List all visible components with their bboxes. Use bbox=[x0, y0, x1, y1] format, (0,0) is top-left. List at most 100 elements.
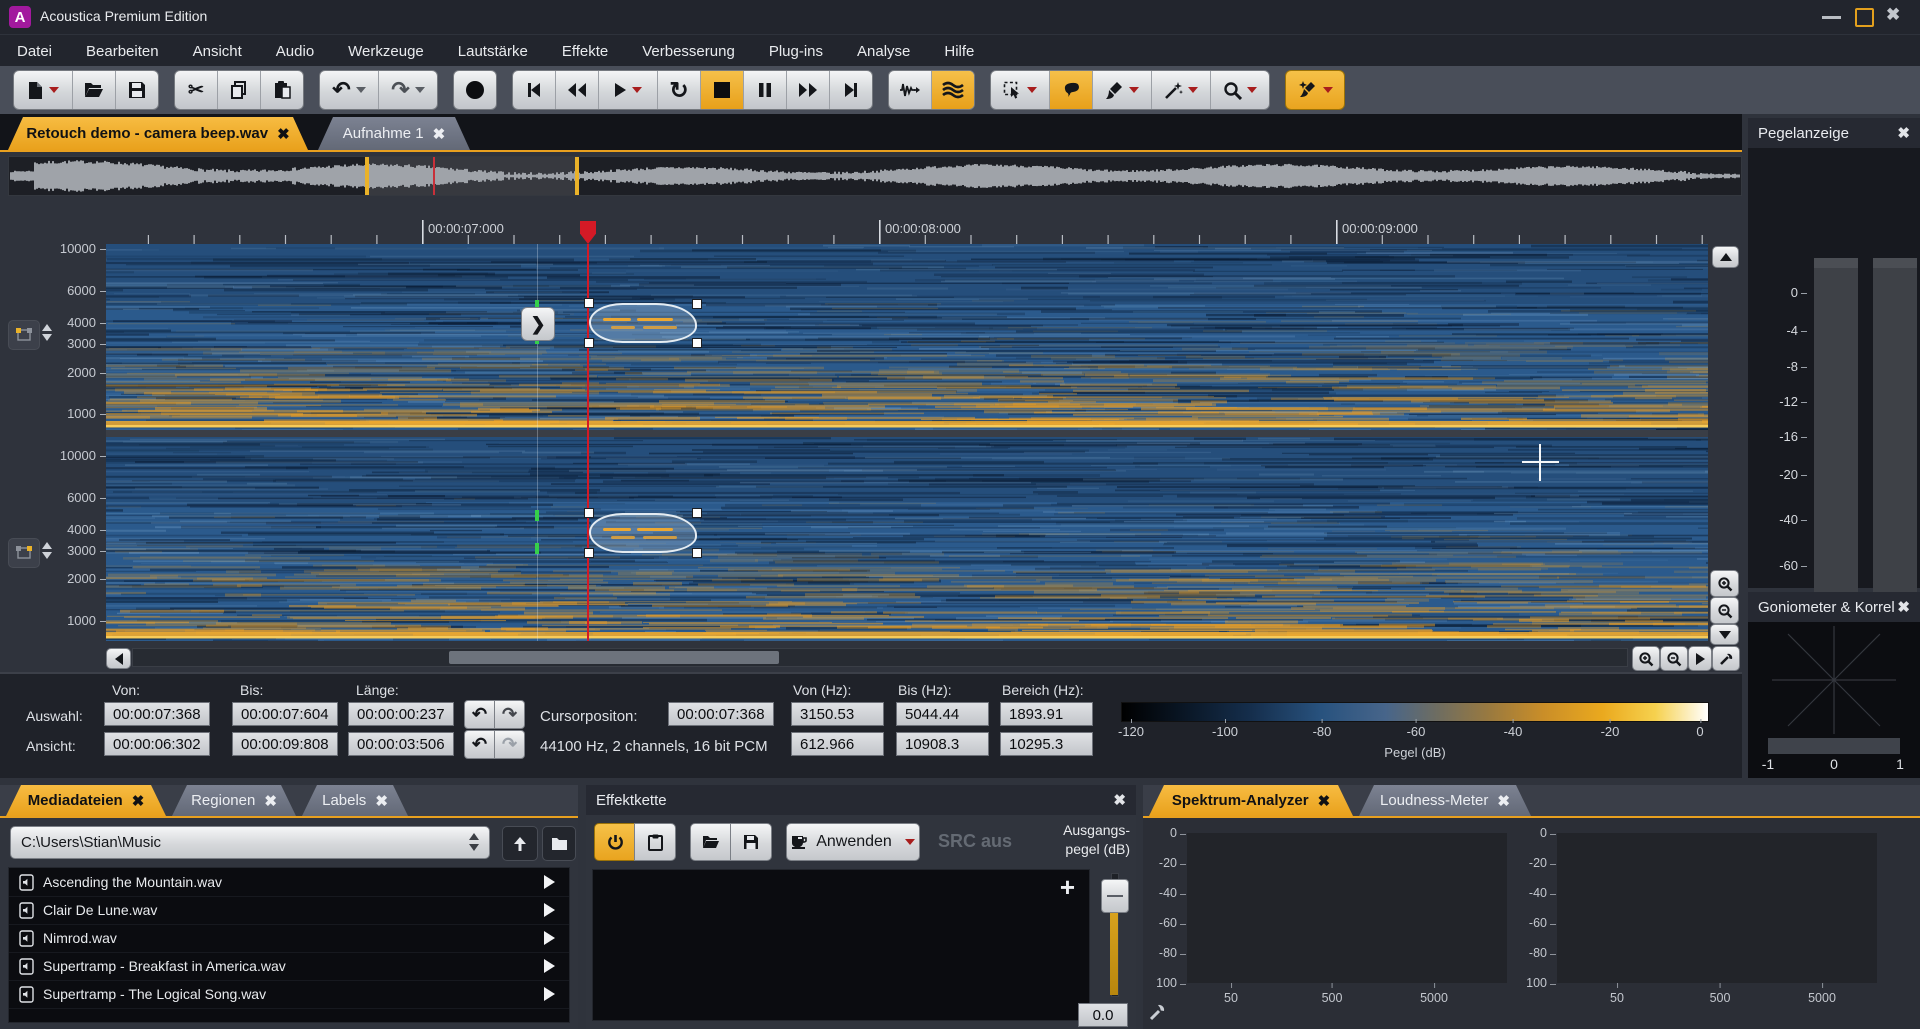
media-file-list[interactable]: Ascending the Mountain.wav Clair De Lune… bbox=[8, 867, 570, 1023]
view-end-field[interactable]: 00:00:09:808 bbox=[232, 732, 338, 756]
time-ruler[interactable]: 00:00:07:000 00:00:08:000 00:00:09:000 bbox=[0, 218, 1742, 244]
save-button[interactable] bbox=[116, 71, 158, 109]
select-tool-button[interactable] bbox=[991, 71, 1050, 109]
new-file-dropdown-icon[interactable] bbox=[49, 87, 59, 93]
tab-close-icon[interactable]: ✖ bbox=[433, 125, 446, 143]
expand-selection-button[interactable]: ❯ bbox=[521, 307, 555, 341]
horizontal-scrollbar-thumb[interactable] bbox=[449, 651, 779, 664]
magic-wand-button[interactable] bbox=[1152, 71, 1211, 109]
tab-mediadateien[interactable]: Mediadateien ✖ bbox=[6, 785, 166, 816]
horizontal-scrollbar[interactable] bbox=[132, 648, 1628, 667]
tab-close-icon[interactable]: ✖ bbox=[277, 125, 290, 143]
menu-datei[interactable]: Datei bbox=[0, 43, 69, 60]
fast-forward-button[interactable] bbox=[787, 71, 830, 109]
view-freq-range-field[interactable]: 10295.3 bbox=[1000, 732, 1093, 756]
lasso-tool-button[interactable] bbox=[1050, 71, 1093, 109]
spectral-selection-ch1[interactable] bbox=[589, 303, 697, 343]
record-button[interactable] bbox=[454, 71, 496, 109]
copy-button[interactable] bbox=[218, 71, 261, 109]
minimize-button[interactable] bbox=[1822, 16, 1841, 19]
zoom-play-button[interactable] bbox=[1688, 646, 1712, 671]
channel2-select-mode-button[interactable] bbox=[8, 538, 40, 568]
selection-redo-button[interactable]: ↷ bbox=[494, 700, 525, 729]
menu-plugins[interactable]: Plug-ins bbox=[752, 43, 840, 60]
tab-loudness-meter[interactable]: Loudness-Meter ✖ bbox=[1359, 785, 1531, 816]
apply-dropdown-icon[interactable] bbox=[904, 839, 915, 845]
select-tool-dropdown-icon[interactable] bbox=[1027, 87, 1037, 93]
tab-spektrum-analyzer[interactable]: Spektrum-Analyzer ✖ bbox=[1149, 785, 1353, 816]
rewind-button[interactable] bbox=[556, 71, 599, 109]
play-file-button[interactable] bbox=[544, 903, 555, 917]
spectrogram-channel2[interactable] bbox=[106, 437, 1708, 641]
cursor-position-field[interactable]: 00:00:07:368 bbox=[668, 702, 774, 726]
tab-regionen[interactable]: Regionen ✖ bbox=[172, 785, 296, 816]
zoom-out-vertical-button[interactable] bbox=[1710, 597, 1739, 624]
goniometer-title-bar[interactable]: Goniometer & Korrela. ✖ bbox=[1748, 592, 1920, 622]
close-icon[interactable]: ✖ bbox=[1897, 124, 1910, 142]
menu-verbesserung[interactable]: Verbesserung bbox=[625, 43, 752, 60]
effect-chain-list[interactable]: + bbox=[592, 869, 1090, 1021]
overview-region-start-handle[interactable] bbox=[365, 157, 369, 195]
retouch-tool-button[interactable] bbox=[1286, 71, 1344, 109]
play-file-button[interactable] bbox=[544, 959, 555, 973]
undo-dropdown-icon[interactable] bbox=[355, 87, 366, 93]
spectrogram-channel1[interactable] bbox=[106, 244, 1708, 430]
play-dropdown-icon[interactable] bbox=[632, 87, 642, 93]
scroll-down-button[interactable] bbox=[1710, 624, 1739, 645]
skip-end-button[interactable] bbox=[830, 71, 872, 109]
zoom-in-horizontal-button[interactable] bbox=[1632, 646, 1660, 671]
brush-tool-button[interactable] bbox=[1093, 71, 1152, 109]
close-icon[interactable]: ✖ bbox=[1113, 791, 1126, 809]
folder-up-button[interactable] bbox=[502, 826, 538, 861]
tab-retouch-demo[interactable]: Retouch demo - camera beep.wav ✖ bbox=[8, 117, 308, 150]
selection-handle[interactable] bbox=[584, 298, 594, 308]
media-file-row[interactable]: Supertramp - The Logical Song.wav bbox=[9, 980, 569, 1009]
menu-analyse[interactable]: Analyse bbox=[840, 43, 927, 60]
fx-open-button[interactable] bbox=[690, 823, 732, 861]
channel1-spinner[interactable] bbox=[42, 324, 52, 341]
brush-tool-dropdown-icon[interactable] bbox=[1129, 87, 1139, 93]
wrench-icon[interactable] bbox=[1149, 1003, 1167, 1021]
redo-dropdown-icon[interactable] bbox=[414, 87, 425, 93]
menu-effekte[interactable]: Effekte bbox=[545, 43, 625, 60]
selection-freq-range-field[interactable]: 1893.91 bbox=[1000, 702, 1093, 726]
menu-hilfe[interactable]: Hilfe bbox=[927, 43, 991, 60]
selection-handle[interactable] bbox=[692, 508, 702, 518]
selection-length-field[interactable]: 00:00:00:237 bbox=[348, 702, 454, 726]
menu-lautstaerke[interactable]: Lautstärke bbox=[441, 43, 545, 60]
fx-power-button[interactable] bbox=[594, 823, 636, 861]
tab-close-icon[interactable]: ✖ bbox=[1497, 792, 1510, 810]
new-file-button[interactable] bbox=[14, 71, 73, 109]
selection-handle[interactable] bbox=[584, 508, 594, 518]
selection-end-field[interactable]: 00:00:07:604 bbox=[232, 702, 338, 726]
selection-handle[interactable] bbox=[584, 548, 594, 558]
scroll-up-button[interactable] bbox=[1712, 246, 1739, 268]
spectrogram-view-button[interactable] bbox=[932, 71, 974, 109]
maximize-button[interactable] bbox=[1855, 8, 1874, 27]
view-undo-button[interactable]: ↶ bbox=[464, 730, 495, 759]
scroll-left-button[interactable] bbox=[106, 648, 131, 669]
retouch-dropdown-icon[interactable] bbox=[1322, 87, 1333, 93]
media-file-row[interactable]: Supertramp - Breakfast in America.wav bbox=[9, 952, 569, 981]
output-level-value-field[interactable]: 0.0 bbox=[1078, 1003, 1128, 1027]
channel1-select-mode-button[interactable] bbox=[8, 320, 40, 350]
view-length-field[interactable]: 00:00:03:506 bbox=[348, 732, 454, 756]
spectral-selection-ch2[interactable] bbox=[589, 513, 697, 553]
media-file-row[interactable]: Ascending the Mountain.wav bbox=[9, 868, 569, 897]
media-file-row[interactable]: Nimrod.wav bbox=[9, 924, 569, 953]
view-redo-button[interactable]: ↷ bbox=[494, 730, 525, 759]
slider-handle[interactable] bbox=[1101, 879, 1129, 913]
zoom-tool-button[interactable] bbox=[1211, 71, 1269, 109]
play-file-button[interactable] bbox=[544, 987, 555, 1001]
view-start-field[interactable]: 00:00:06:302 bbox=[104, 732, 210, 756]
tab-aufnahme-1[interactable]: Aufnahme 1 ✖ bbox=[318, 117, 470, 150]
play-file-button[interactable] bbox=[544, 931, 555, 945]
pause-button[interactable] bbox=[744, 71, 787, 109]
selection-handle[interactable] bbox=[692, 299, 702, 309]
level-meter-title-bar[interactable]: Pegelanzeige ✖ bbox=[1748, 118, 1920, 148]
overview-region-end-handle[interactable] bbox=[575, 157, 579, 195]
tab-close-icon[interactable]: ✖ bbox=[375, 792, 388, 810]
selection-handle[interactable] bbox=[584, 338, 594, 348]
loop-button[interactable]: ↻ bbox=[658, 71, 701, 109]
browse-folder-button[interactable] bbox=[542, 826, 576, 861]
